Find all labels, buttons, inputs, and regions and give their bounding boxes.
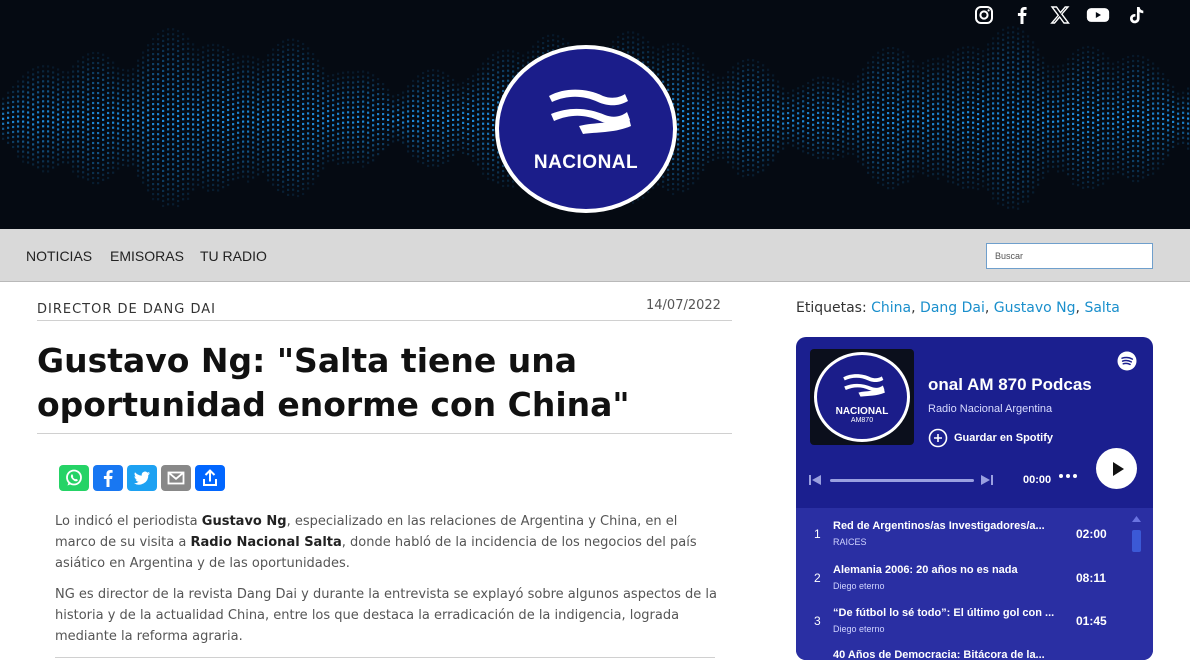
- tiktok-icon[interactable]: [1124, 3, 1148, 27]
- bold-name: Gustavo Ng: [201, 514, 287, 529]
- episode-title: 40 Años de Democracia: Bitácora de la...: [833, 649, 1045, 660]
- plus-circle-icon: [928, 428, 948, 448]
- nacional-logo[interactable]: NACIONAL: [495, 45, 677, 213]
- facebook-icon[interactable]: [93, 465, 123, 491]
- episode-row[interactable]: 2 Alemania 2006: 20 años no es nada Dieg…: [796, 558, 1126, 600]
- logo-waves-icon: [549, 89, 631, 134]
- nav-item-noticias[interactable]: NOTICIAS: [26, 248, 92, 264]
- tag-china[interactable]: China: [871, 300, 911, 316]
- share-bar: [59, 465, 225, 491]
- episode-duration: 01:45: [1076, 614, 1107, 628]
- episode-row[interactable]: 40 Años de Democracia: Bitácora de la...: [796, 643, 1126, 660]
- cover-logo: NACIONAL AM870: [814, 352, 910, 442]
- tags-label: Etiquetas:: [796, 300, 867, 316]
- tags-list: Etiquetas: China, Dang Dai, Gustavo Ng, …: [796, 300, 1120, 316]
- skip-previous-icon[interactable]: [808, 473, 822, 487]
- episode-row[interactable]: 1 Red de Argentinos/as Investigadores/a.…: [796, 514, 1126, 556]
- episode-show: Diego eterno: [833, 624, 885, 634]
- cover-frequency: AM870: [850, 417, 874, 424]
- spotify-embed: NACIONAL AM870 onal AM 870 Podcas Radio …: [796, 337, 1153, 660]
- skip-next-icon[interactable]: [980, 473, 994, 487]
- whatsapp-icon[interactable]: [59, 465, 89, 491]
- play-icon: [1112, 461, 1124, 476]
- episode-list: 1 Red de Argentinos/as Investigadores/a.…: [796, 508, 1153, 660]
- article-title: Gustavo Ng: "Salta tiene una oportunidad…: [37, 341, 630, 424]
- play-button[interactable]: [1096, 448, 1137, 489]
- spotify-logo-icon[interactable]: [1117, 351, 1137, 375]
- podcast-publisher[interactable]: Radio Nacional Argentina: [928, 403, 1052, 415]
- search-input[interactable]: [986, 243, 1153, 269]
- episode-show: RAICES: [833, 537, 867, 547]
- podcast-cover[interactable]: NACIONAL AM870: [810, 349, 914, 445]
- bold-station: Radio Nacional Salta: [190, 535, 342, 550]
- save-on-spotify-button[interactable]: Guardar en Spotify: [928, 428, 1053, 448]
- episode-number: 3: [814, 614, 821, 628]
- article-kicker: DIRECTOR DE DANG DAI: [37, 302, 216, 317]
- save-label: Guardar en Spotify: [954, 432, 1054, 444]
- episode-number: 2: [814, 571, 821, 585]
- article-paragraph: Lo indicó el periodista Gustavo Ng, espe…: [55, 514, 697, 571]
- episode-title: “De fútbol lo sé todo”: El último gol co…: [833, 607, 1055, 619]
- tag-salta[interactable]: Salta: [1084, 300, 1119, 316]
- scroll-up-icon[interactable]: [1132, 516, 1141, 522]
- elapsed-time: 00:00: [1023, 474, 1052, 486]
- tag-gustavo-ng[interactable]: Gustavo Ng: [994, 300, 1076, 316]
- nav-item-emisoras[interactable]: EMISORAS: [110, 248, 184, 264]
- more-options-icon[interactable]: [1058, 473, 1078, 479]
- share-icon[interactable]: [195, 465, 225, 491]
- article-paragraph: NG es director de la revista Dang Dai y …: [55, 587, 718, 644]
- site-header: NACIONAL: [0, 0, 1190, 229]
- logo-wordmark: NACIONAL: [533, 152, 639, 173]
- episode-row[interactable]: 3 “De fútbol lo sé todo”: El último gol …: [796, 601, 1126, 643]
- article-date: 14/07/2022: [646, 298, 721, 313]
- divider: [37, 433, 732, 434]
- player-controls: 00:00: [808, 465, 1143, 495]
- progress-bar[interactable]: [830, 479, 974, 482]
- logo-waves-icon: [843, 374, 885, 397]
- youtube-icon[interactable]: [1086, 3, 1110, 27]
- tag-dang-dai[interactable]: Dang Dai: [920, 300, 985, 316]
- podcast-title[interactable]: onal AM 870 Podcas: [928, 375, 1136, 395]
- x-icon[interactable]: [1048, 3, 1072, 27]
- divider: [55, 657, 715, 658]
- episode-duration: 08:11: [1076, 571, 1107, 585]
- divider: [37, 320, 732, 321]
- main-nav: NOTICIAS EMISORAS TU RADIO: [0, 229, 1190, 282]
- episode-show: Diego eterno: [833, 581, 885, 591]
- episode-list-scrollbar[interactable]: [1129, 516, 1143, 654]
- episode-title: Red de Argentinos/as Investigadores/a...: [833, 520, 1045, 532]
- social-links: [972, 3, 1148, 27]
- facebook-icon[interactable]: [1010, 3, 1034, 27]
- nav-item-tu-radio[interactable]: TU RADIO: [200, 248, 267, 264]
- cover-name: NACIONAL: [835, 406, 889, 417]
- scrollbar-thumb[interactable]: [1132, 530, 1141, 552]
- email-icon[interactable]: [161, 465, 191, 491]
- instagram-icon[interactable]: [972, 3, 996, 27]
- episode-title: Alemania 2006: 20 años no es nada: [833, 564, 1018, 576]
- twitter-icon[interactable]: [127, 465, 157, 491]
- episode-duration: 02:00: [1076, 527, 1107, 541]
- episode-number: 1: [814, 527, 821, 541]
